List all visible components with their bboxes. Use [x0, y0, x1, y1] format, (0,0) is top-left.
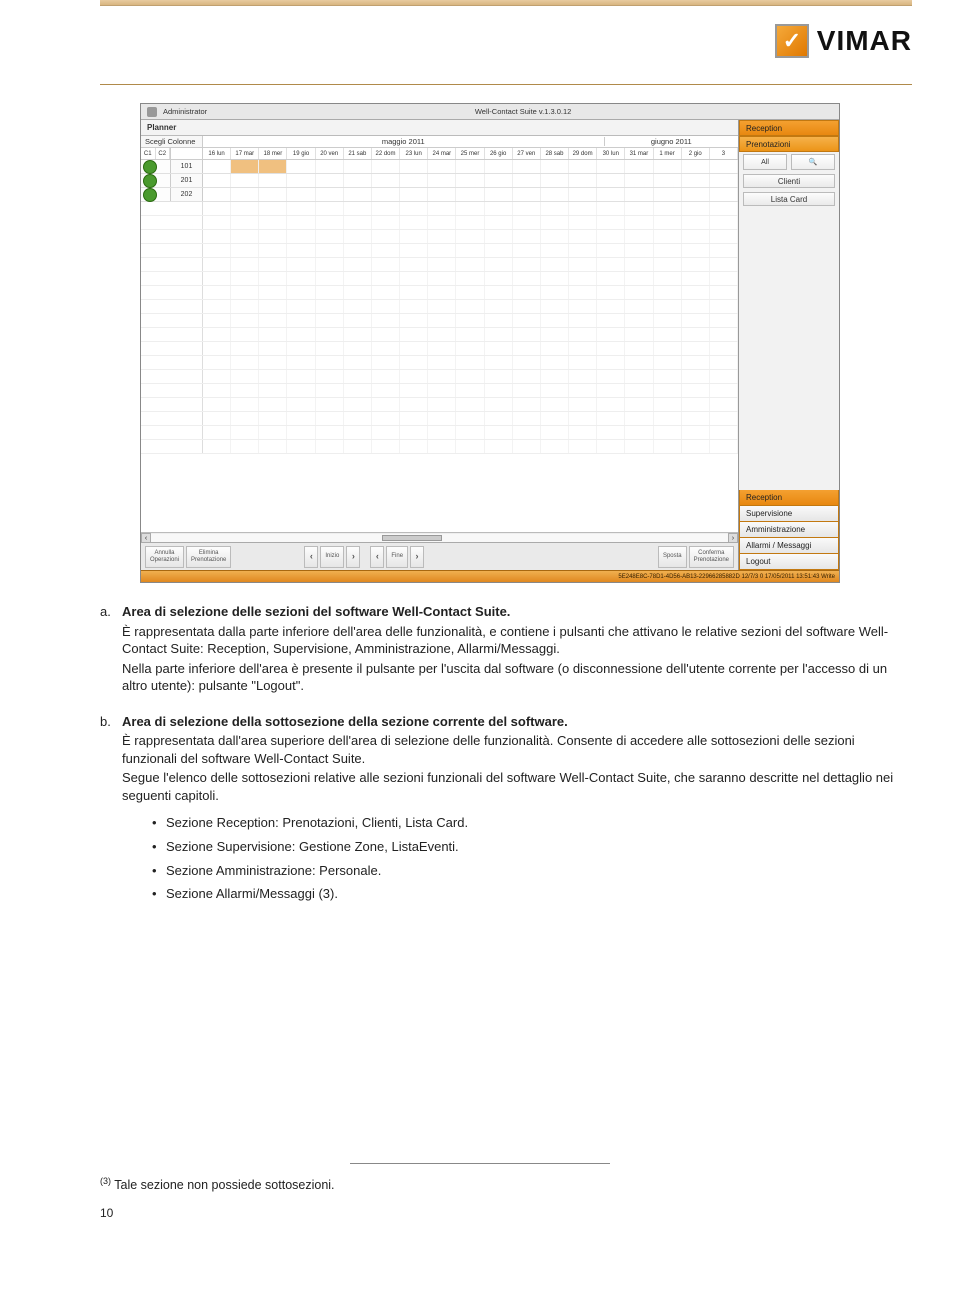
footnote-text: Tale sezione non possiede sottosezioni.: [111, 1178, 335, 1192]
brand-logo-icon: [775, 24, 809, 58]
room-status-icon[interactable]: [143, 160, 157, 174]
room-number[interactable]: 101: [171, 160, 203, 173]
status-bar: 5E248E8C-78D1-4D56-AB13-22966285882D 12/…: [141, 570, 839, 582]
nav-reception-button[interactable]: Reception: [739, 490, 839, 506]
scroll-thumb[interactable]: [382, 535, 442, 541]
section-b-bullets: Sezione Reception: Prenotazioni, Clienti…: [152, 814, 912, 902]
confirm-booking-button[interactable]: ConfermaPrenotazione: [689, 546, 734, 568]
room-number[interactable]: 202: [171, 188, 203, 201]
day-cell[interactable]: 2 gio: [682, 148, 710, 159]
booking-block-highlight[interactable]: [259, 160, 287, 173]
month-1: maggio 2011: [203, 137, 605, 146]
choose-columns-label[interactable]: Scegli Colonne: [141, 136, 203, 147]
side-reception-header[interactable]: Reception: [739, 120, 839, 136]
room-header-spacer: [171, 148, 203, 159]
body-text: Area di selezione delle sezioni del soft…: [100, 603, 912, 903]
bullet-item-text: Sezione Allarmi/Messaggi (3).: [166, 886, 338, 901]
day-cell[interactable]: 3: [710, 148, 738, 159]
prev-start-button[interactable]: ‹: [304, 546, 318, 568]
section-b-paragraph-1: È rappresentata dall'area superiore dell…: [122, 732, 912, 767]
day-cell[interactable]: 19 gio: [287, 148, 315, 159]
planner-grid[interactable]: 101 201: [141, 160, 738, 532]
search-icon[interactable]: 🔍: [791, 154, 835, 170]
footnote-marker: (3): [100, 1176, 111, 1186]
section-b-title: Area di selezione della sottosezione del…: [122, 713, 912, 731]
room-status-icon[interactable]: [143, 174, 157, 188]
day-cell[interactable]: 16 lun: [203, 148, 231, 159]
user-avatar-icon: [147, 107, 157, 117]
next-end-button[interactable]: ›: [410, 546, 424, 568]
scroll-right-icon[interactable]: ›: [728, 533, 738, 543]
day-cell[interactable]: 17 mar: [231, 148, 259, 159]
bullet-item: Sezione Allarmi/Messaggi (3).: [152, 885, 912, 903]
room-row: 202: [141, 188, 738, 202]
move-button[interactable]: Sposta: [658, 546, 687, 568]
brand-name: VIMAR: [817, 25, 912, 57]
window-title: Well-Contact Suite v.1.3.0.12: [213, 107, 833, 116]
footnote-rule: [350, 1163, 610, 1164]
booking-block-highlight[interactable]: [231, 160, 259, 173]
day-cell[interactable]: 18 mer: [259, 148, 287, 159]
day-cell[interactable]: 24 mar: [428, 148, 456, 159]
scroll-left-icon[interactable]: ‹: [141, 533, 151, 543]
bullet-item: Sezione Amministrazione: Personale.: [152, 862, 912, 880]
day-cell[interactable]: 23 lun: [400, 148, 428, 159]
section-a-paragraph-2: Nella parte inferiore dell'area è presen…: [122, 660, 912, 695]
room-row: 201: [141, 174, 738, 188]
side-lista-card-button[interactable]: Lista Card: [743, 192, 835, 206]
nav-allarmi-button[interactable]: Allarmi / Messaggi: [739, 538, 839, 554]
nav-amministrazione-button[interactable]: Amministrazione: [739, 522, 839, 538]
day-cell[interactable]: 1 mer: [654, 148, 682, 159]
col-c2[interactable]: C2: [156, 148, 171, 159]
day-cell[interactable]: 31 mar: [625, 148, 653, 159]
day-cell[interactable]: 29 dom: [569, 148, 597, 159]
end-label: Fine: [386, 546, 408, 568]
day-cell[interactable]: 26 gio: [485, 148, 513, 159]
day-cell[interactable]: 30 lun: [597, 148, 625, 159]
window-titlebar: Administrator Well-Contact Suite v.1.3.0…: [141, 104, 839, 120]
start-label: Inizio: [320, 546, 344, 568]
day-cell[interactable]: 28 sab: [541, 148, 569, 159]
side-panel: Reception Prenotazioni All 🔍 Clienti Lis…: [739, 120, 839, 570]
day-row: C1C2 16 lun 17 mar 18 mer 19 gio 20 ven …: [141, 148, 738, 160]
room-row: 101: [141, 160, 738, 174]
header-rule: [100, 84, 912, 85]
undo-button[interactable]: AnnullaOperazioni: [145, 546, 184, 568]
prev-end-button[interactable]: ‹: [370, 546, 384, 568]
planner-label: Planner: [147, 123, 176, 132]
user-label: Administrator: [163, 107, 207, 116]
room-status-icon[interactable]: [143, 188, 157, 202]
month-2: giugno 2011: [605, 137, 739, 146]
bullet-item: Sezione Reception: Prenotazioni, Clienti…: [152, 814, 912, 832]
next-start-button[interactable]: ›: [346, 546, 360, 568]
footer-toolbar: AnnullaOperazioni EliminaPrenotazione ‹ …: [141, 542, 738, 570]
top-ornament-strip: [100, 0, 912, 6]
filter-all-button[interactable]: All: [743, 154, 787, 170]
section-b-paragraph-2: Segue l'elenco delle sottosezioni relati…: [122, 769, 912, 804]
nav-supervisione-button[interactable]: Supervisione: [739, 506, 839, 522]
day-cell[interactable]: 21 sab: [344, 148, 372, 159]
planner-header: Planner: [141, 120, 738, 136]
page-header: VIMAR: [0, 14, 960, 68]
nav-logout-button[interactable]: Logout: [739, 554, 839, 570]
room-number[interactable]: 201: [171, 174, 203, 187]
col-c1[interactable]: C1: [141, 148, 156, 159]
day-cell[interactable]: 27 ven: [513, 148, 541, 159]
day-cell[interactable]: 25 mer: [456, 148, 484, 159]
section-b: Area di selezione della sottosezione del…: [100, 713, 912, 903]
side-prenotazioni-button[interactable]: Prenotazioni: [739, 136, 839, 152]
month-row: Scegli Colonne maggio 2011 giugno 2011: [141, 136, 738, 148]
day-cell[interactable]: 22 dom: [372, 148, 400, 159]
section-a-paragraph-1: È rappresentata dalla parte inferiore de…: [122, 623, 912, 658]
day-cell[interactable]: 20 ven: [316, 148, 344, 159]
section-a: Area di selezione delle sezioni del soft…: [100, 603, 912, 695]
footnote: (3) Tale sezione non possiede sottosezio…: [100, 1176, 912, 1192]
section-a-title: Area di selezione delle sezioni del soft…: [122, 603, 912, 621]
page-number: 10: [100, 1206, 912, 1220]
horizontal-scrollbar[interactable]: ‹ ›: [141, 532, 738, 542]
bullet-item: Sezione Supervisione: Gestione Zone, Lis…: [152, 838, 912, 856]
side-clienti-button[interactable]: Clienti: [743, 174, 835, 188]
app-screenshot: Administrator Well-Contact Suite v.1.3.0…: [140, 103, 840, 583]
delete-booking-button[interactable]: EliminaPrenotazione: [186, 546, 231, 568]
